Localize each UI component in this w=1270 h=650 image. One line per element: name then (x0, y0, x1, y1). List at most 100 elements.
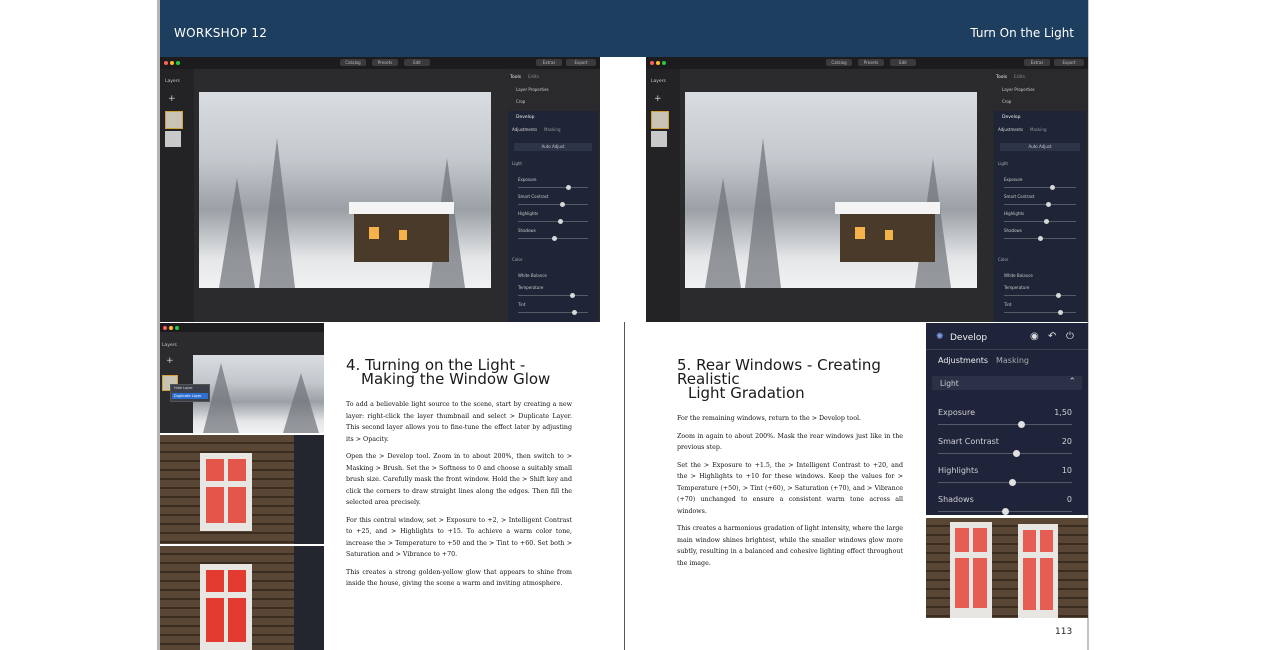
power-icon[interactable]: ⏻ (1066, 331, 1074, 342)
slider-value: 20 (1061, 437, 1072, 446)
highlights-label: Highlights (1004, 211, 1025, 216)
snowy-cabin-photo (199, 92, 491, 288)
section-5-paragraph: Set the > Exposure to +1.5, the > Intell… (677, 461, 903, 515)
color-section[interactable]: Color (512, 257, 522, 262)
layer-thumbnail[interactable] (165, 111, 183, 129)
undo-icon[interactable]: ↶ (1048, 331, 1056, 342)
slider-handle[interactable] (1008, 479, 1016, 486)
snowy-cabin-photo (685, 92, 977, 288)
smart-contrast-label: Smart Contrast (1004, 194, 1035, 199)
layers-panel: Layers + (160, 69, 194, 322)
section-5: 5. Rear Windows - Creating Realistic Lig… (677, 358, 903, 575)
tools-panel: Tools Edits Layer Properties Crop Develo… (992, 69, 1088, 322)
layer-properties-item[interactable]: Layer Properties (516, 87, 549, 92)
layer-thumbnail[interactable] (651, 131, 667, 147)
slider-handle[interactable] (1018, 421, 1026, 428)
tint-label: Tint (518, 302, 526, 307)
smart-contrast-slider[interactable] (518, 202, 588, 207)
section-4-paragraph: This creates a strong golden-yellow glow… (346, 568, 572, 588)
highlights-slider[interactable] (518, 219, 588, 224)
smart-contrast-label: Smart Contrast (518, 194, 549, 199)
section-5-body: For the remaining windows, return to the… (677, 413, 903, 569)
edit-tab[interactable]: Edit (890, 59, 916, 66)
tint-slider[interactable] (1004, 310, 1076, 315)
section-4-title-line2: Making the Window Glow (361, 370, 551, 388)
light-section[interactable]: Light (512, 161, 522, 166)
crop-item[interactable]: Crop (516, 99, 525, 104)
edit-tab[interactable]: Edit (404, 59, 430, 66)
export-button[interactable]: Export (1054, 59, 1084, 66)
develop-panel-small: Develop Adjustments Masking Auto Adjust … (994, 111, 1086, 322)
temperature-label: Temperature (1004, 285, 1030, 290)
shadows-slider[interactable] (1004, 236, 1076, 241)
workshop-label: WORKSHOP 12 (174, 26, 268, 40)
masking-tab[interactable]: Masking (1030, 127, 1047, 132)
add-layer-icon[interactable]: + (166, 356, 174, 366)
duplicate-layer-item[interactable]: Duplicate Layer (172, 393, 208, 399)
catalog-tab[interactable]: Catalog (340, 59, 366, 66)
temperature-slider[interactable] (518, 293, 588, 298)
layer-thumbnail[interactable] (165, 131, 181, 147)
layer-properties-item[interactable]: Layer Properties (1002, 87, 1035, 92)
section-5-paragraph: For the remaining windows, return to the… (677, 415, 862, 422)
layer-thumbnail[interactable] (651, 111, 669, 129)
slider-track[interactable] (938, 508, 1072, 515)
exposure-slider[interactable] (1004, 185, 1076, 190)
auto-adjust-button[interactable]: Auto Adjust (514, 143, 592, 151)
exposure-slider[interactable] (518, 185, 588, 190)
edits-label[interactable]: Edits (528, 75, 539, 80)
slider-value: 10 (1061, 466, 1072, 475)
chapter-title: Turn On the Light (970, 26, 1074, 40)
add-layer-icon[interactable]: + (654, 94, 662, 104)
extras-button[interactable]: Extras (536, 59, 562, 66)
highlights-slider[interactable] (1004, 219, 1076, 224)
light-section-header[interactable]: Light ⌃ (932, 376, 1082, 390)
catalog-tab[interactable]: Catalog (826, 59, 852, 66)
extras-button[interactable]: Extras (1024, 59, 1050, 66)
presets-tab[interactable]: Presets (372, 59, 398, 66)
shadows-slider[interactable] (518, 236, 588, 241)
color-section[interactable]: Color (998, 257, 1008, 262)
page-gutter (624, 322, 625, 650)
add-layer-icon[interactable]: + (168, 94, 176, 104)
adjustments-tab[interactable]: Adjustments (998, 127, 1023, 132)
section-4-body: To add a believable light source to the … (346, 399, 572, 590)
export-button[interactable]: Export (566, 59, 596, 66)
slider-handle[interactable] (1002, 508, 1009, 515)
temperature-slider[interactable] (1004, 293, 1076, 298)
slider-track[interactable] (938, 479, 1072, 486)
adjustments-tab[interactable]: Adjustments (512, 127, 537, 132)
smart-contrast-slider[interactable] (1004, 202, 1076, 207)
tools-label[interactable]: Tools (510, 75, 521, 80)
layers-label: Layers (651, 79, 666, 84)
white-balance-label: White Balance (518, 273, 547, 278)
section-4-paragraph: Open the > Develop tool. Zoom in to abou… (346, 453, 572, 506)
section-5-title-line1: 5. Rear Windows - Creating Realistic (677, 356, 881, 388)
develop-panel-small: Develop Adjustments Masking Auto Adjust … (508, 111, 598, 322)
hide-layer-item[interactable]: Hide Layer (174, 386, 193, 390)
white-balance-label: White Balance (1004, 273, 1033, 278)
slider-value: 0 (1066, 495, 1072, 504)
masking-tab[interactable]: Masking (544, 127, 561, 132)
slider-track[interactable] (938, 450, 1072, 457)
section-5-title-line2: Light Gradation (688, 384, 805, 402)
slider-track[interactable] (938, 421, 1072, 428)
crop-item[interactable]: Crop (1002, 99, 1011, 104)
slider-label: Highlights (938, 466, 979, 475)
tools-label[interactable]: Tools (996, 75, 1007, 80)
snowy-cabin-photo (193, 355, 324, 433)
light-section[interactable]: Light (998, 161, 1008, 166)
auto-adjust-button[interactable]: Auto Adjust (1000, 143, 1080, 151)
section-4: 4. Turning on the Light - Making the Win… (346, 358, 572, 596)
adjustments-tab[interactable]: Adjustments (938, 356, 988, 365)
eye-icon[interactable]: ◉ (1030, 331, 1039, 342)
develop-title: Develop (1002, 115, 1021, 120)
presets-tab[interactable]: Presets (858, 59, 884, 66)
section-5-paragraph: This creates a harmonious gradation of l… (677, 525, 903, 567)
window-mask-screenshot (160, 435, 324, 544)
edits-label[interactable]: Edits (1014, 75, 1025, 80)
masking-tab[interactable]: Masking (996, 356, 1029, 365)
exposure-label: Exposure (518, 177, 537, 182)
tint-slider[interactable] (518, 310, 588, 315)
slider-handle[interactable] (1012, 450, 1020, 457)
